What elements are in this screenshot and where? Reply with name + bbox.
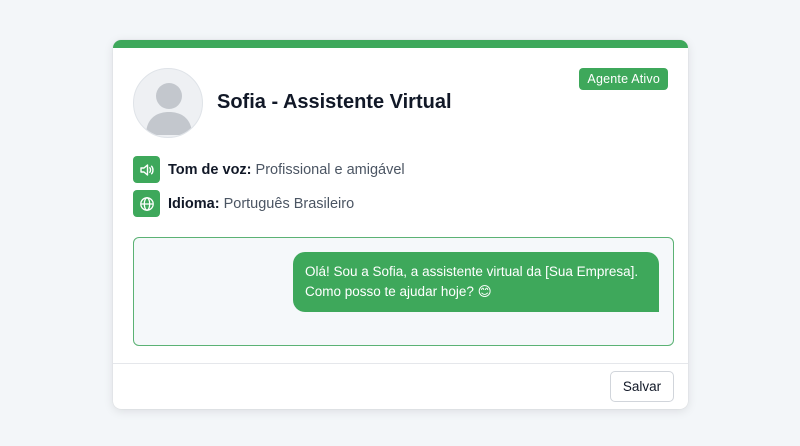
agent-title: Sofia - Assistente Virtual bbox=[217, 89, 452, 115]
agent-message-bubble: Olá! Sou a Sofia, a assistente virtual d… bbox=[293, 252, 659, 312]
globe-icon bbox=[133, 190, 160, 217]
avatar bbox=[133, 68, 203, 138]
chat-preview: Olá! Sou a Sofia, a assistente virtual d… bbox=[133, 237, 674, 346]
tone-of-voice-value: Profissional e amigável bbox=[251, 161, 405, 178]
footer-divider bbox=[113, 363, 688, 364]
language-label: Idioma: bbox=[168, 195, 220, 212]
language-value: Português Brasileiro bbox=[219, 195, 355, 212]
agent-card: Agente Ativo Sofia - Assistente Virtual … bbox=[113, 40, 688, 409]
user-placeholder-icon bbox=[146, 83, 192, 135]
tone-of-voice-row: Tom de voz: Profissional e amigável bbox=[133, 156, 405, 183]
card-accent-bar bbox=[113, 40, 688, 48]
language-text: Idioma: Português Brasileiro bbox=[168, 196, 354, 212]
language-row: Idioma: Português Brasileiro bbox=[133, 190, 354, 217]
tone-of-voice-label: Tom de voz: bbox=[168, 161, 252, 178]
agent-title-suffix: - Assistente Virtual bbox=[265, 91, 452, 113]
speaker-icon bbox=[133, 156, 160, 183]
tone-of-voice-text: Tom de voz: Profissional e amigável bbox=[168, 162, 405, 178]
save-button[interactable]: Salvar bbox=[610, 371, 674, 402]
agent-name: Sofia bbox=[217, 91, 266, 113]
status-badge: Agente Ativo bbox=[579, 68, 668, 90]
